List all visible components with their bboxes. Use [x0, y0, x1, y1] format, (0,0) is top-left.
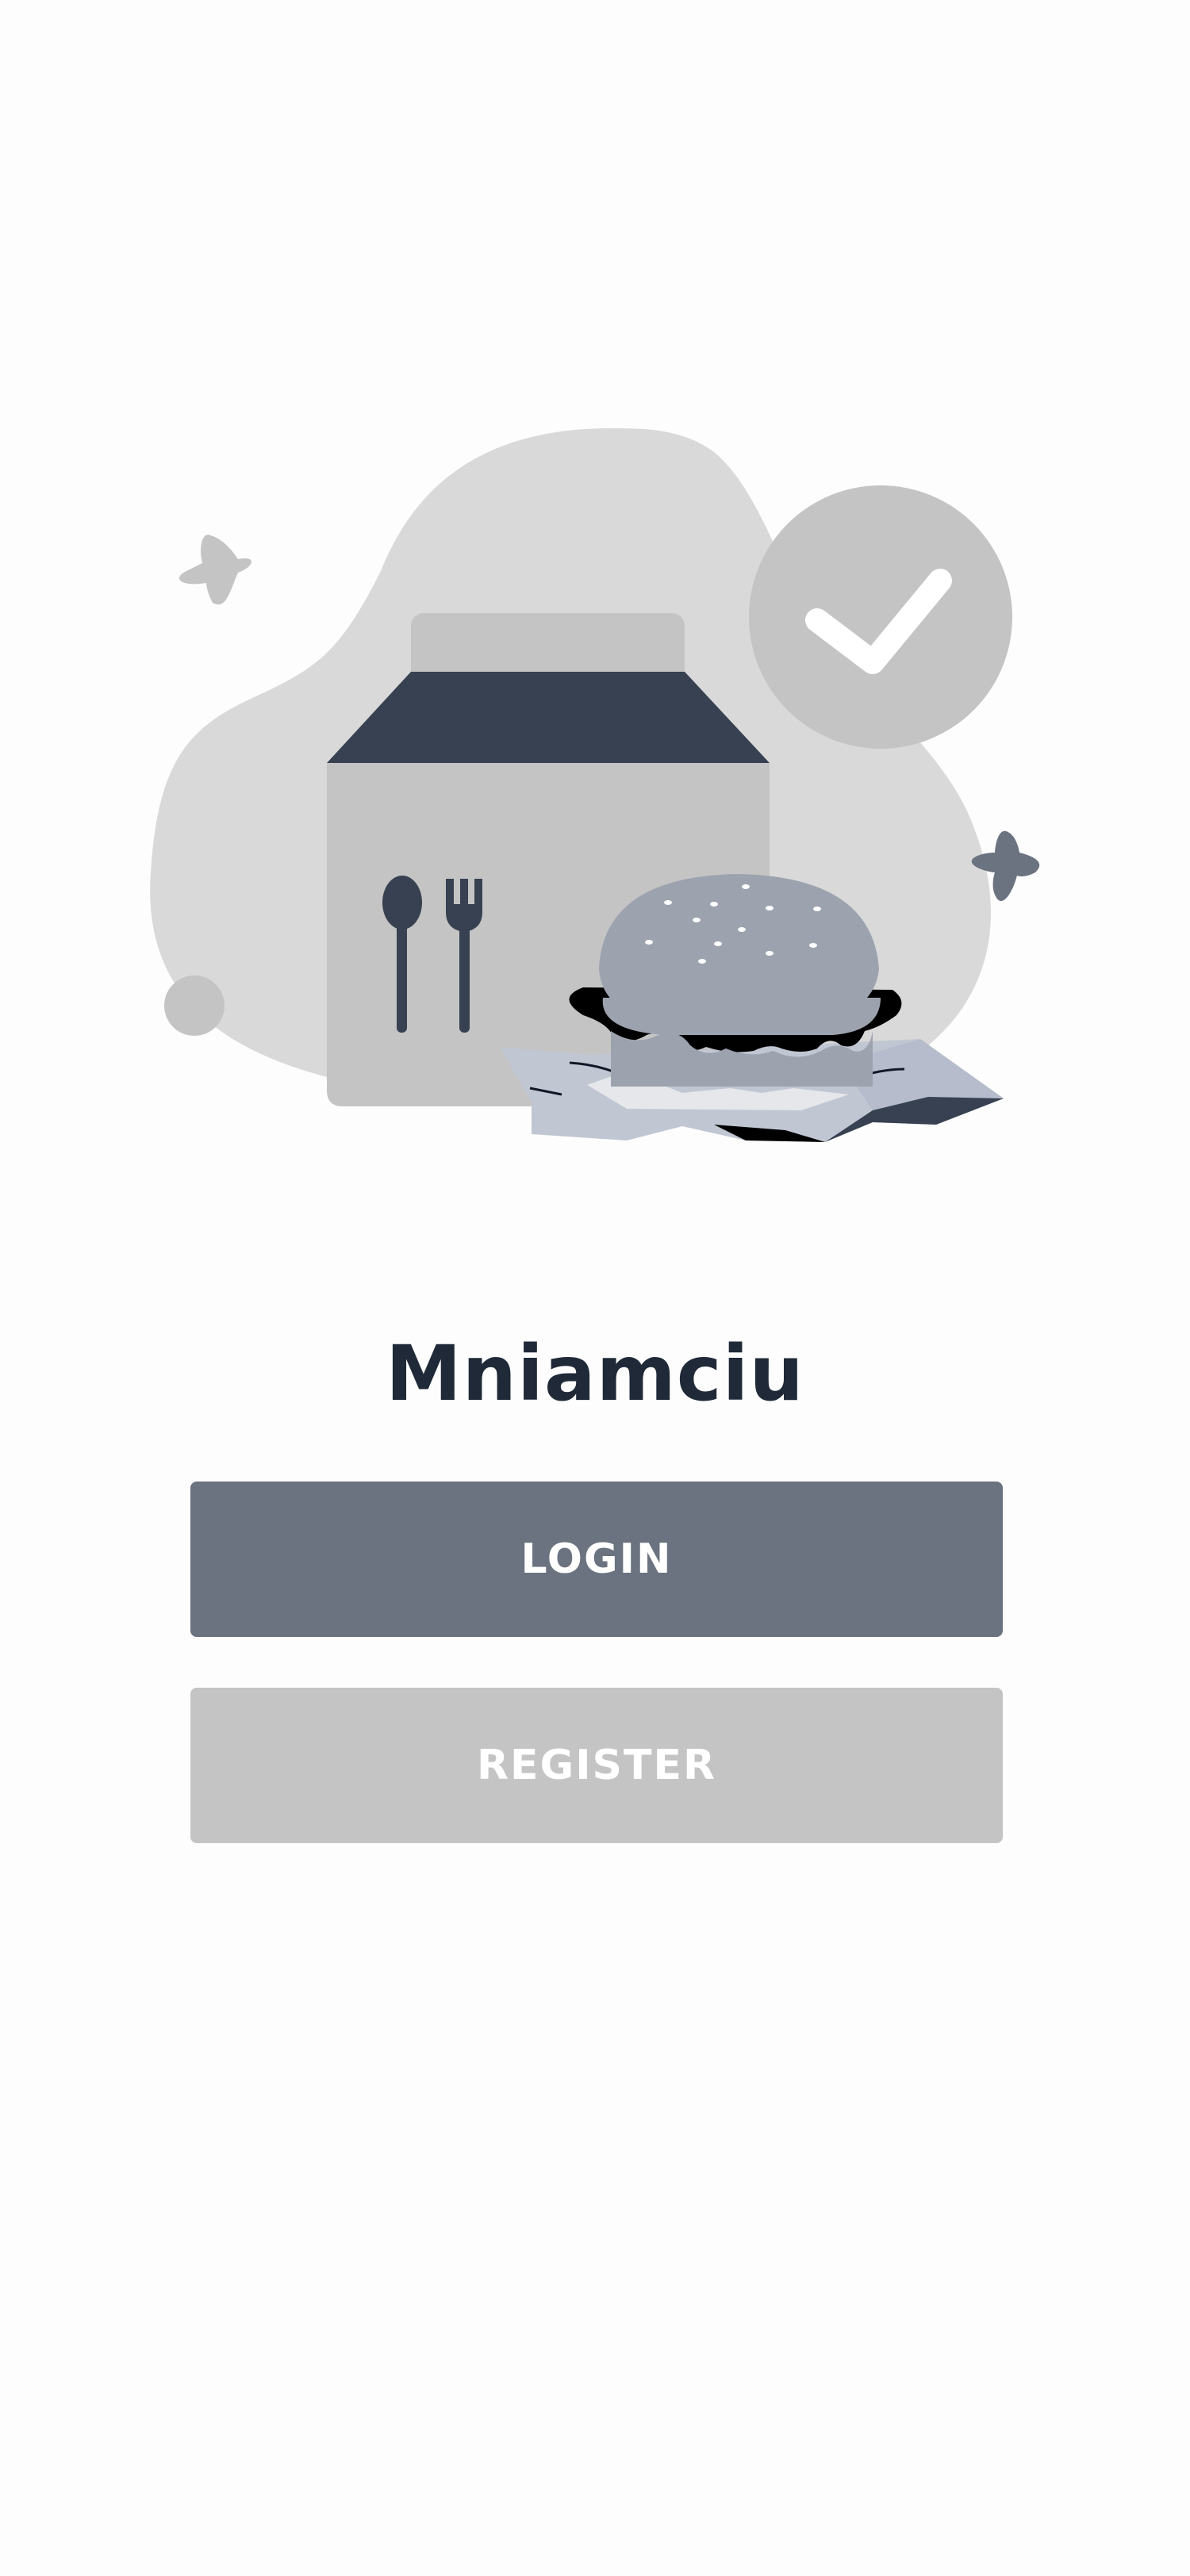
app-title: Mniamciu [386, 1329, 804, 1418]
dot-icon [164, 976, 225, 1036]
hero-illustration [150, 428, 1040, 1142]
check-badge-icon [749, 485, 1012, 749]
sparkle-icon [178, 535, 251, 605]
register-button[interactable]: REGISTER [190, 1688, 1003, 1843]
login-button[interactable]: LOGIN [190, 1482, 1003, 1637]
